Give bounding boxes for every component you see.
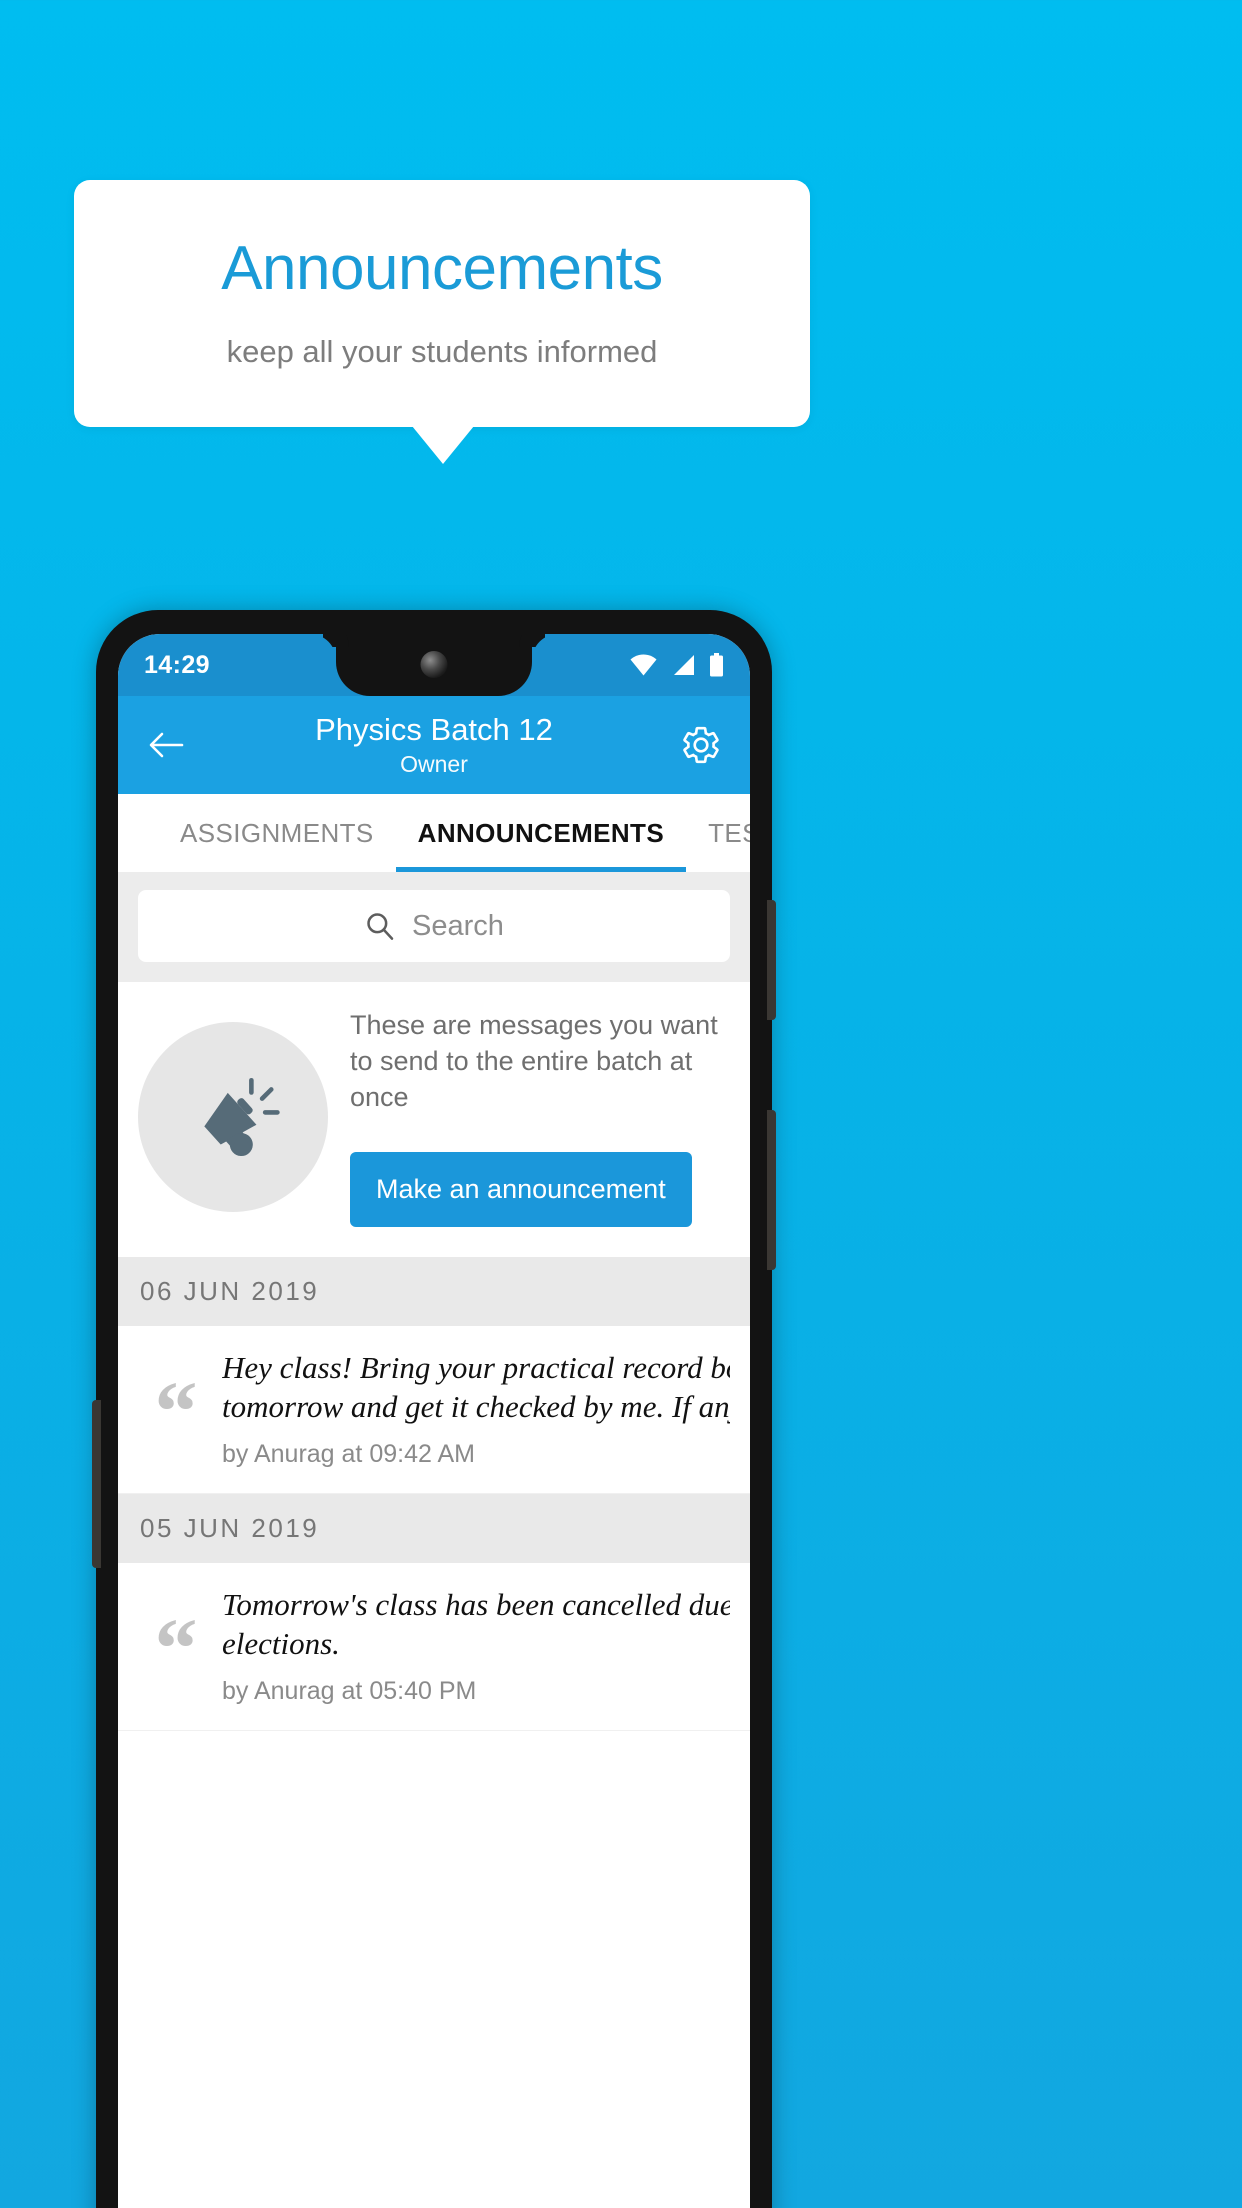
make-announcement-section: These are messages you want to send to t… (118, 982, 750, 1257)
announcement-text-line-2: tomorrow and get it checked by me. If an… (222, 1388, 730, 1424)
announcement-content: Tomorrow's class has been cancelled due … (222, 1585, 730, 1706)
tab-tests[interactable]: TESTS (686, 794, 750, 872)
quote-icon: “ (154, 1599, 198, 1696)
tab-assignments[interactable]: ASSIGNMENTS (158, 794, 396, 872)
phone-mockup: 14:29 Physics Batch 12 Owner ASSIGNMENTS… (92, 610, 776, 2208)
page-subtitle: Owner (400, 750, 468, 777)
wifi-icon (630, 654, 657, 676)
status-bar-icons (630, 653, 724, 677)
phone-screen: 14:29 Physics Batch 12 Owner ASSIGNMENTS… (118, 634, 750, 2208)
tab-announcements[interactable]: ANNOUNCEMENTS (395, 794, 687, 872)
search-placeholder: Search (412, 909, 504, 942)
app-bar: Physics Batch 12 Owner (118, 696, 750, 794)
announcement-text-line-1: Hey class! Bring your practical record b… (222, 1349, 730, 1385)
promo-bubble-tail (412, 426, 474, 464)
phone-side-button-left[interactable] (92, 1400, 101, 1568)
announcement-content: Hey class! Bring your practical record b… (222, 1348, 730, 1469)
announcement-text-line-2: elections. (222, 1625, 340, 1661)
search-icon (367, 913, 394, 940)
make-announcement-button[interactable]: Make an announcement (350, 1151, 692, 1227)
megaphone-icon (138, 1022, 328, 1213)
date-header: 06 JUN 2019 (118, 1256, 750, 1326)
cellular-signal-icon (674, 655, 694, 675)
announcement-text-line-1: Tomorrow's class has been cancelled due … (222, 1586, 730, 1622)
battery-icon (710, 653, 723, 677)
announcement-text: Tomorrow's class has been cancelled due … (222, 1585, 730, 1663)
search-input[interactable]: Search (138, 890, 730, 962)
announcement-meta: by Anurag at 05:40 PM (222, 1676, 477, 1705)
gear-icon[interactable] (674, 718, 728, 772)
app-bar-titles: Physics Batch 12 Owner (118, 696, 750, 794)
announcement-text: Hey class! Bring your practical record b… (222, 1348, 730, 1426)
announcement-meta: by Anurag at 09:42 AM (222, 1439, 475, 1468)
tab-bar[interactable]: ASSIGNMENTS ANNOUNCEMENTS TESTS V (118, 794, 750, 872)
promo-title: Announcements (221, 233, 663, 303)
promo-card: Announcements keep all your students inf… (74, 180, 810, 427)
phone-side-button-right-2[interactable] (767, 1110, 776, 1270)
announcement-list-item[interactable]: “ Hey class! Bring your practical record… (118, 1325, 750, 1494)
make-announcement-text-column: These are messages you want to send to t… (350, 1008, 730, 1227)
promo-subtitle: keep all your students informed (226, 333, 658, 369)
date-header: 05 JUN 2019 (118, 1493, 750, 1563)
search-bar-container: Search (118, 872, 750, 982)
front-camera-icon (420, 651, 448, 678)
status-bar-time: 14:29 (144, 650, 210, 679)
empty-state-description: These are messages you want to send to t… (350, 1010, 718, 1112)
quote-icon: “ (154, 1362, 198, 1459)
back-arrow-icon[interactable] (140, 719, 192, 771)
announcement-list-item[interactable]: “ Tomorrow's class has been cancelled du… (118, 1562, 750, 1731)
phone-side-button-right-1[interactable] (767, 900, 776, 1020)
page-title: Physics Batch 12 (315, 712, 553, 748)
